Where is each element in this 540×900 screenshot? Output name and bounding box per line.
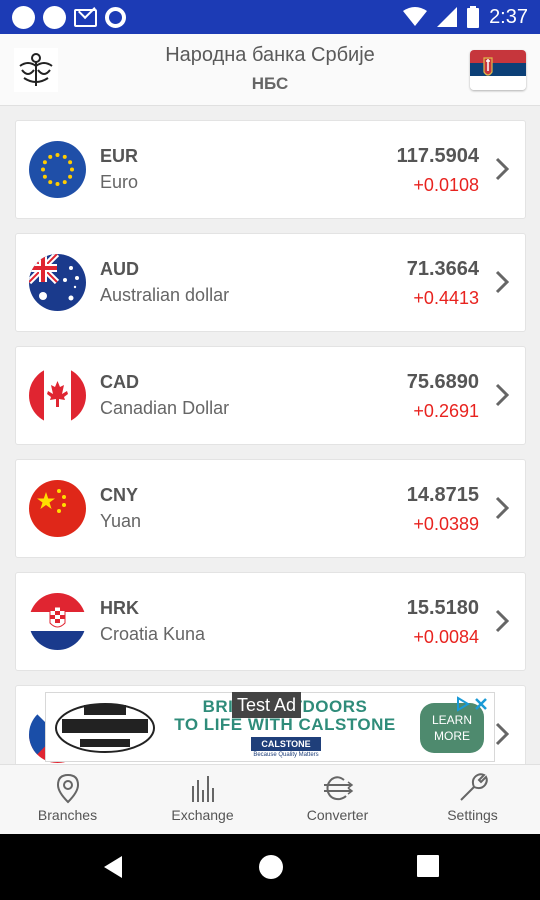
wrench-icon xyxy=(460,773,488,801)
bar-chart-icon xyxy=(192,776,214,802)
rate-change: +0.0084 xyxy=(413,627,479,647)
eu-flag-icon xyxy=(29,141,86,198)
serbia-flag-icon[interactable] xyxy=(470,50,526,90)
rate-change: +0.0108 xyxy=(413,175,479,195)
chevron-right-icon xyxy=(495,270,509,294)
gmail-icon xyxy=(74,8,97,27)
currency-row-cny[interactable]: CNY Yuan 14.8715 +0.0389 xyxy=(15,459,526,558)
ad-tagline: Because Quality Matters xyxy=(253,752,319,758)
croatia-flag-icon xyxy=(29,593,86,650)
currency-code: CNY xyxy=(100,485,139,505)
nav-label: Settings xyxy=(447,807,498,823)
recents-icon[interactable] xyxy=(416,854,440,878)
exchange-rate: 71.3664 xyxy=(406,258,479,280)
bottom-nav: Branches Exchange Converter Settings xyxy=(0,764,540,834)
nav-label: Converter xyxy=(306,807,369,823)
nav-branches[interactable]: Branches xyxy=(0,765,135,835)
currency-name: Australian dollar xyxy=(100,285,230,305)
back-icon[interactable] xyxy=(100,854,126,880)
sync-icon xyxy=(105,7,126,28)
china-flag-icon xyxy=(29,480,86,537)
nav-settings[interactable]: Settings xyxy=(405,765,540,835)
test-ad-label: Test Ad xyxy=(232,692,302,718)
nav-label: Exchange xyxy=(171,807,234,823)
signal-icon xyxy=(437,7,458,27)
chevron-right-icon xyxy=(495,496,509,520)
page-title: Народна банка Србије xyxy=(165,44,375,66)
exchange-rate: 15.5180 xyxy=(406,597,479,619)
currency-row-cad[interactable]: CAD Canadian Dollar 75.6890 +0.2691 xyxy=(15,346,526,445)
clock: 2:37 xyxy=(489,6,528,28)
notification-dot-icon xyxy=(12,6,35,29)
converter-icon xyxy=(324,776,354,801)
currency-name: Canadian Dollar xyxy=(100,398,230,418)
battery-icon xyxy=(467,6,480,28)
rate-change: +0.0389 xyxy=(413,514,479,534)
currency-row-aud[interactable]: AUD Australian dollar 71.3664 +0.4413 xyxy=(15,233,526,332)
currency-code: CAD xyxy=(100,372,139,392)
system-nav-bar xyxy=(0,834,540,900)
chevron-right-icon xyxy=(495,609,509,633)
notification-icons xyxy=(12,6,126,29)
exchange-rate: 14.8715 xyxy=(406,484,479,506)
nav-exchange[interactable]: Exchange xyxy=(135,765,270,835)
currency-code: HRK xyxy=(100,598,139,618)
page-subtitle: НБС xyxy=(251,74,289,93)
chevron-right-icon xyxy=(495,157,509,181)
ad-headline-2: TO LIFE WITH CALSTONE xyxy=(174,715,396,734)
exchange-rate: 117.5904 xyxy=(396,145,479,167)
rate-change: +0.4413 xyxy=(413,288,479,308)
chevron-right-icon xyxy=(495,722,509,746)
nav-label: Branches xyxy=(37,807,98,823)
home-icon[interactable] xyxy=(258,854,284,880)
notification-dot-icon xyxy=(43,6,66,29)
ad-banner[interactable]: BRING OUTDOORS TO LIFE WITH CALSTONE CAL… xyxy=(45,692,495,762)
ad-brand-logo-icon xyxy=(55,703,155,753)
currency-name: Euro xyxy=(100,172,139,192)
status-bar: 2:37 xyxy=(0,0,540,34)
ad-cta-line-2: MORE xyxy=(434,729,470,743)
ad-choices-icon[interactable] xyxy=(456,696,490,712)
rate-change: +0.2691 xyxy=(413,401,479,421)
app-header: Народна банка Србије НБС xyxy=(0,34,540,106)
system-status: 2:37 xyxy=(403,5,528,29)
currency-code: AUD xyxy=(100,259,139,279)
ad-cta-line-1: LEARN xyxy=(431,713,472,727)
wifi-icon xyxy=(403,7,428,26)
currency-row-eur[interactable]: EUR Euro 117.5904 +0.0108 xyxy=(15,120,526,219)
chevron-right-icon xyxy=(495,383,509,407)
exchange-rate: 75.6890 xyxy=(406,371,479,393)
ad-brand: CALSTONE xyxy=(251,737,321,751)
currency-name: Yuan xyxy=(100,511,142,531)
currency-code: EUR xyxy=(100,146,139,166)
australia-flag-icon xyxy=(29,254,86,311)
currency-list[interactable]: EUR Euro 117.5904 +0.0108 AUD Australian… xyxy=(0,106,540,764)
canada-flag-icon xyxy=(29,367,86,424)
currency-row-hrk[interactable]: HRK Croatia Kuna 15.5180 +0.0084 xyxy=(15,572,526,671)
nav-converter[interactable]: Converter xyxy=(270,765,405,835)
currency-name: Croatia Kuna xyxy=(100,624,206,644)
location-pin-icon xyxy=(56,773,80,804)
